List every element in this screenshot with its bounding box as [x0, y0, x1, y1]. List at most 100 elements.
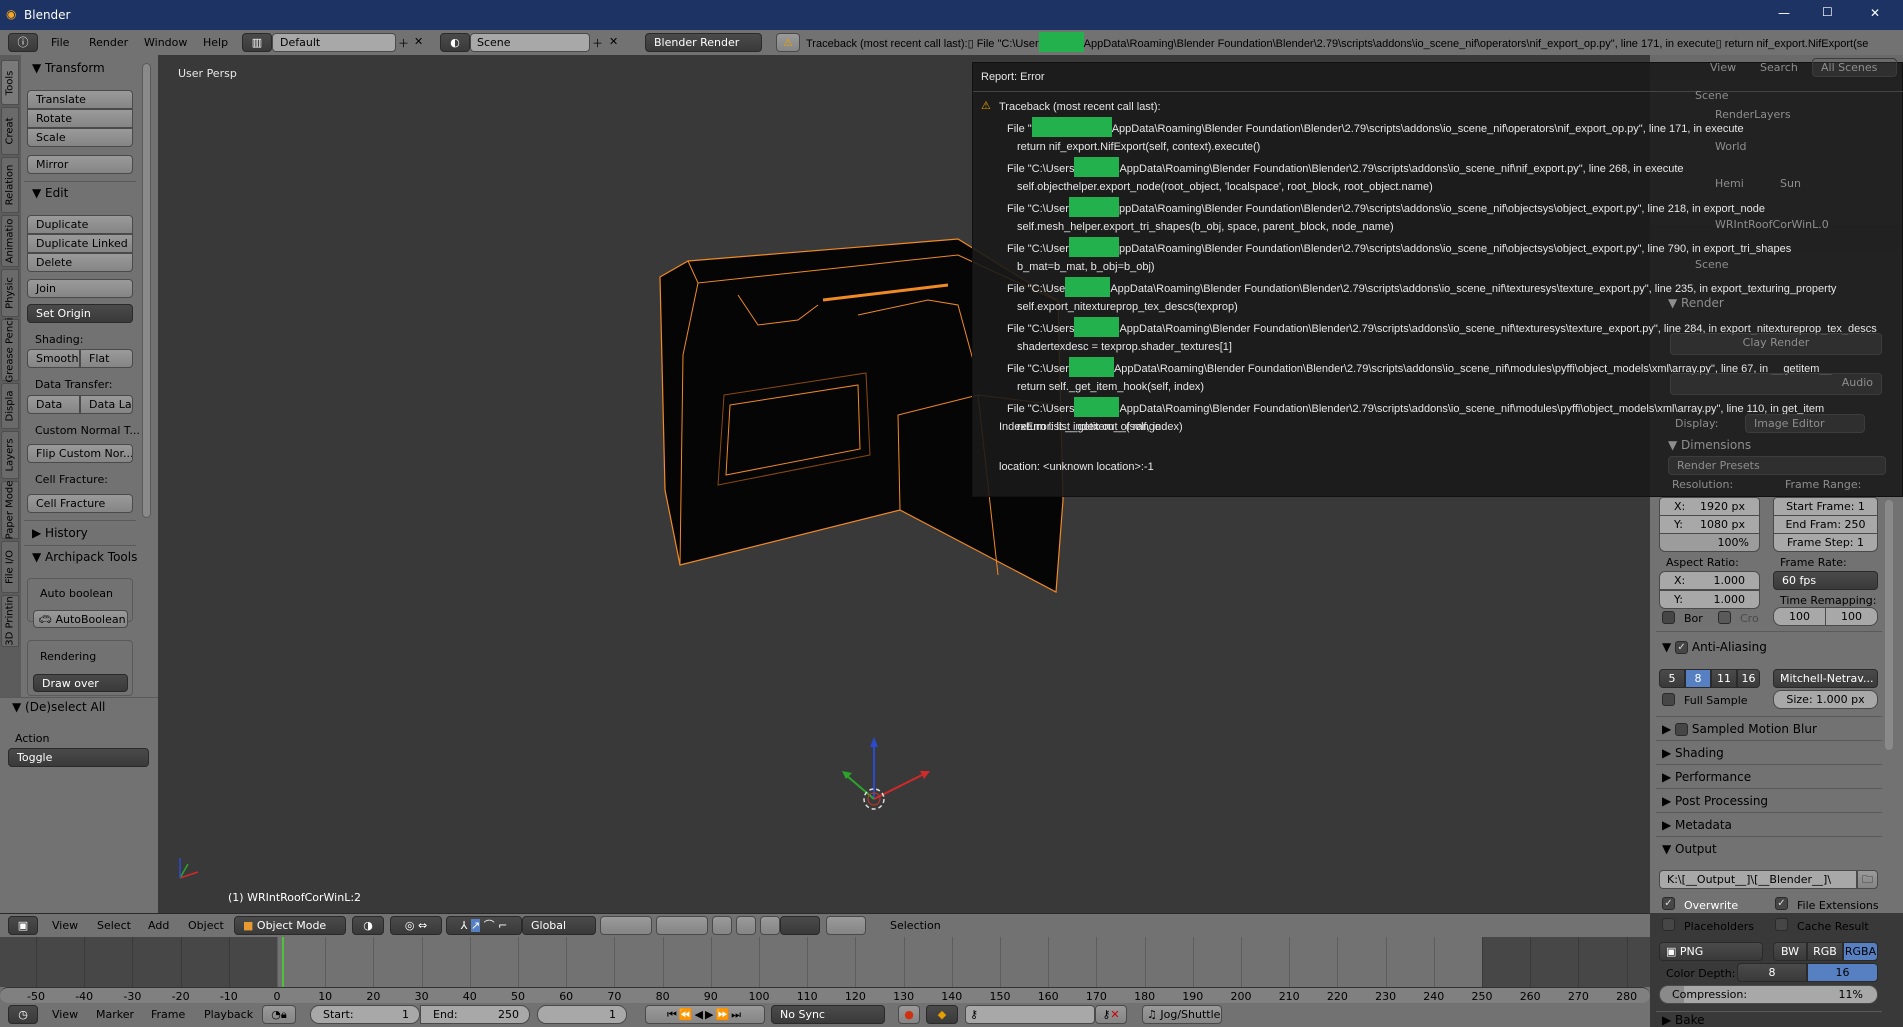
tab-file-io[interactable]: File I/O [1, 541, 19, 593]
cell-fracture-button[interactable]: Cell Fracture [27, 494, 133, 513]
filter-size-field[interactable]: Size: 1.000 px [1773, 690, 1878, 709]
duplicate-button[interactable]: Duplicate [27, 215, 133, 234]
outliner-item-object[interactable]: WRIntRoofCorWinL.0 [1715, 218, 1829, 231]
file-format-dropdown[interactable]: ▣ PNG [1659, 942, 1763, 961]
menu-file[interactable]: File [51, 36, 69, 49]
tab-display[interactable]: Displa [1, 383, 19, 429]
flat-button[interactable]: Flat [80, 349, 133, 368]
transform-manipulator-icon[interactable] [818, 715, 938, 815]
menu-object[interactable]: Object [188, 919, 224, 932]
tool-shelf-scrollbar[interactable] [142, 63, 151, 518]
orientation-dropdown[interactable]: Global [522, 916, 596, 935]
scene-icon[interactable]: ◐ [440, 33, 470, 52]
current-frame-field[interactable]: 1 [537, 1005, 627, 1024]
data-button[interactable]: Data [27, 395, 80, 414]
timeline[interactable]: -50 -40 -30 -20 -10 0 10 20 30 40 50 60 70 80 90 100 110… [0, 937, 1650, 1003]
aspect-y-field[interactable]: Y: 1.000 [1659, 590, 1760, 609]
minimize-button[interactable]: — [1778, 6, 1790, 20]
viewport-shading-icon[interactable]: ◑ [352, 916, 384, 935]
snap-icon[interactable] [760, 916, 780, 935]
menu-window[interactable]: Window [144, 36, 187, 49]
folder-icon[interactable]: 🗀 [1857, 870, 1878, 889]
draw-over-dropdown[interactable]: Draw over [33, 674, 128, 692]
transform-panel-header[interactable]: ▼ Transform [32, 61, 105, 75]
time-remap-old-field[interactable]: 100 [1773, 607, 1826, 626]
outliner-menu-view[interactable]: View [1710, 61, 1736, 74]
resolution-y-field[interactable]: Y: 1080 px [1659, 515, 1760, 534]
deselect-all-panel-header[interactable]: ▼ (De)select All [12, 700, 105, 714]
color-mode-bw[interactable]: BW [1773, 942, 1807, 961]
interaction-mode-dropdown[interactable]: ■ Object Mode [234, 916, 346, 935]
keying-set-field[interactable]: ⚷ [965, 1005, 1095, 1024]
keying-icon[interactable]: ◆ [926, 1005, 958, 1024]
render-presets-dropdown[interactable]: Render Presets [1668, 456, 1886, 475]
frame-rate-dropdown[interactable]: 60 fps [1773, 571, 1878, 590]
post-processing-panel-header[interactable]: ▶ Post Processing [1662, 794, 1768, 808]
border-checkbox[interactable] [1662, 611, 1675, 624]
shading-panel-header[interactable]: ▶ Shading [1662, 746, 1724, 760]
archipack-panel-header[interactable]: ▼ Archipack Tools [32, 550, 137, 564]
auto-boolean-button[interactable]: 🚗︎ AutoBoolean [33, 610, 128, 628]
tab-relation[interactable]: Relation [1, 157, 19, 213]
aspect-x-field[interactable]: X: 1.000 [1659, 571, 1760, 590]
tab-layers[interactable]: Layers [1, 431, 19, 479]
outliner-item-sun[interactable]: Sun [1780, 177, 1801, 190]
playback-controls[interactable]: ⏮⏪◀▶⏩⏭ [645, 1005, 765, 1024]
action-dropdown[interactable]: Toggle [8, 748, 149, 767]
translate-button[interactable]: Translate [27, 90, 133, 109]
tab-physics[interactable]: Physic [1, 269, 19, 317]
performance-panel-header[interactable]: ▶ Performance [1662, 770, 1751, 784]
preview-range-icon[interactable]: ◔🔒︎ [262, 1005, 296, 1024]
delete-scene-icon[interactable]: ✕ [609, 35, 618, 48]
editor-type-info-icon[interactable]: ⓘ [8, 33, 38, 52]
record-icon[interactable]: ● [898, 1005, 920, 1024]
compression-slider[interactable]: Compression: 11% [1659, 985, 1878, 1004]
scale-button[interactable]: Scale [27, 128, 133, 147]
screen-layout-field[interactable]: Default [272, 33, 396, 52]
scene-field[interactable]: Scene [470, 33, 590, 52]
menu-view[interactable]: View [52, 1008, 78, 1021]
resolution-x-field[interactable]: X: 1920 px [1659, 497, 1760, 516]
rotate-button[interactable]: Rotate [27, 109, 133, 128]
color-mode-rgba[interactable]: RGBA [1843, 942, 1878, 961]
sync-mode-dropdown[interactable]: No Sync [771, 1005, 885, 1024]
menu-select[interactable]: Select [97, 919, 131, 932]
anti-aliasing-panel-header[interactable]: ▼ ✓ Anti-Aliasing [1662, 640, 1767, 654]
output-path-field[interactable]: K:\[__Output__]\[__Blender__]\ [1659, 870, 1857, 889]
insert-delete-key-icons[interactable]: ⚷✕ [1095, 1005, 1127, 1024]
color-mode-rgb[interactable]: RGB [1807, 942, 1843, 961]
outliner-filter-dropdown[interactable]: All Scenes [1812, 58, 1897, 77]
outliner-item-hemi[interactable]: Hemi [1715, 177, 1744, 190]
color-depth-8[interactable]: 8 [1737, 963, 1807, 982]
aa-samples-16[interactable]: 16 [1737, 669, 1760, 688]
render-engine-dropdown[interactable]: Blender Render [645, 33, 762, 52]
tab-tools[interactable]: Tools [1, 60, 19, 105]
tab-create[interactable]: Creat [1, 107, 19, 155]
menu-frame[interactable]: Frame [151, 1008, 185, 1021]
editor-type-timeline-icon[interactable]: ◷ [8, 1005, 38, 1024]
menu-help[interactable]: Help [203, 36, 228, 49]
delete-button[interactable]: Delete [27, 253, 133, 272]
smooth-button[interactable]: Smooth [27, 349, 80, 368]
edit-panel-header[interactable]: ▼ Edit [32, 186, 68, 200]
outliner-item-renderlayers[interactable]: RenderLayers [1715, 108, 1791, 121]
snap-element-icon[interactable] [780, 916, 820, 935]
delete-screen-icon[interactable]: ✕ [414, 35, 423, 48]
tab-paper-mode[interactable]: Paper Mode [1, 481, 19, 539]
placeholders-checkbox[interactable] [1662, 918, 1675, 931]
editor-type-3d-icon[interactable]: ▣ [8, 916, 38, 935]
menu-marker[interactable]: Marker [96, 1008, 134, 1021]
layers-grid-2[interactable] [656, 916, 708, 935]
audio-button[interactable]: Audio [1670, 373, 1882, 395]
manipulator-icons[interactable]: ⅄ ↗ ⌒ ⌐ [446, 916, 522, 935]
motion-blur-panel-header[interactable]: ▶ Sampled Motion Blur [1662, 722, 1817, 736]
dimensions-panel-header[interactable]: ▼ Dimensions [1668, 438, 1751, 452]
output-panel-header[interactable]: ▼ Output [1662, 842, 1717, 856]
clay-render-button[interactable]: Clay Render [1670, 333, 1882, 355]
mirror-button[interactable]: Mirror [27, 155, 133, 174]
history-panel-header[interactable]: ▶ History [32, 526, 88, 540]
join-button[interactable]: Join [27, 279, 133, 298]
metadata-panel-header[interactable]: ▶ Metadata [1662, 818, 1732, 832]
flip-custom-normals-button[interactable]: Flip Custom Nor... [27, 444, 133, 463]
crop-checkbox[interactable] [1718, 611, 1731, 624]
